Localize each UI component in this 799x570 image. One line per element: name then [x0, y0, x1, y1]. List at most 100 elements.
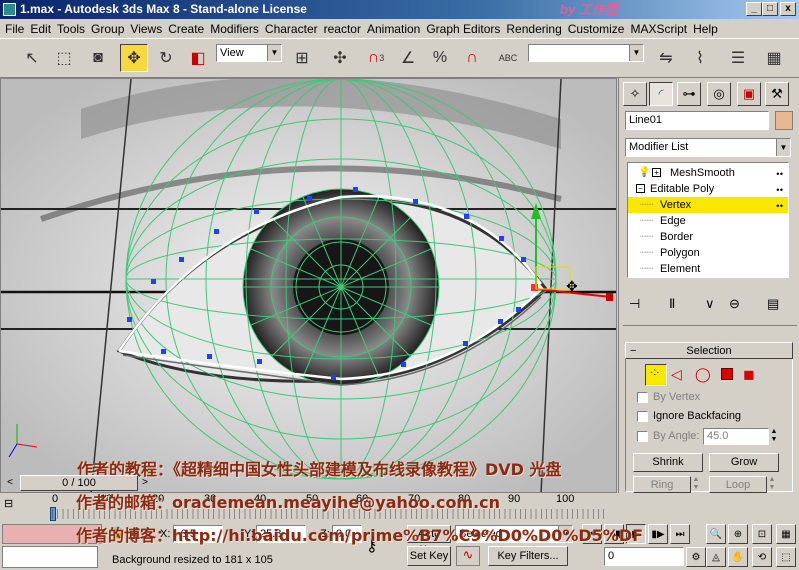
time-config-button[interactable]: ⚙	[686, 547, 706, 567]
edit-named-sets-button[interactable]: ABC	[494, 44, 522, 72]
region-select-button[interactable]: ⬚	[50, 44, 78, 72]
angle-snap-button[interactable]: ∠	[394, 44, 422, 72]
menu-views[interactable]: Views	[124, 19, 162, 36]
menu-modifiers[interactable]: Modifiers	[204, 19, 259, 36]
menu-animation[interactable]: Animation	[361, 19, 420, 36]
modifier-list-dropdown[interactable]: Modifier List ▼	[625, 138, 791, 157]
grow-button[interactable]: Grow	[709, 453, 779, 472]
zoom-button[interactable]: 🔍	[706, 524, 726, 544]
minimize-button[interactable]: _	[746, 2, 762, 16]
tab-hierarchy[interactable]: ⊶	[677, 82, 701, 106]
object-name-field[interactable]: Line01	[625, 111, 769, 130]
menu-edit[interactable]: Edit	[24, 19, 51, 36]
spinner-snap-button[interactable]: ∩	[458, 44, 486, 72]
tab-modify[interactable]: ◜	[649, 82, 673, 106]
maxscript-input[interactable]	[2, 546, 98, 568]
window-crossing-button[interactable]: ◙	[84, 44, 112, 72]
collapse-icon[interactable]: −	[636, 184, 645, 193]
menu-tools[interactable]: Tools	[51, 19, 85, 36]
menu-rendering[interactable]: Rendering	[500, 19, 561, 36]
current-frame-field[interactable]: 0	[604, 547, 684, 566]
key-mode-icon[interactable]: ∿	[456, 546, 480, 566]
object-color-swatch[interactable]	[775, 111, 793, 130]
show-end-result-icon[interactable]: Ⅱ	[669, 296, 675, 312]
rotate-tool-button[interactable]: ↻	[152, 44, 180, 72]
stack-subobject-polygon[interactable]: ┈┈ Polygon	[628, 245, 788, 261]
select-tool-button[interactable]: ↖	[18, 44, 46, 72]
stack-subobject-element[interactable]: ┈┈ Element	[628, 261, 788, 277]
stack-subobject-vertex[interactable]: ┈┈ Vertex • •	[628, 197, 788, 213]
border-mode-button[interactable]: ◯	[695, 366, 711, 383]
pan-button[interactable]: ✋	[728, 547, 748, 567]
perspective-viewport[interactable]: ✥ 作者的教程：《超精细中国女性头部建模及布线录像教程》DVD 光盘	[0, 78, 617, 493]
mirror-button[interactable]: ⇋	[652, 44, 680, 72]
vertex-mode-button[interactable]: ·:·	[645, 364, 667, 386]
angle-spinner[interactable]: ▲ ▼	[769, 428, 779, 445]
stack-item-editable-poly[interactable]: − Editable Poly • •	[628, 181, 788, 197]
menu-customize[interactable]: Customize	[562, 19, 625, 36]
menu-help[interactable]: Help	[687, 19, 718, 36]
polygon-mode-button[interactable]	[721, 368, 733, 380]
snap-toggle-button[interactable]: ∩ 3	[362, 44, 390, 72]
make-unique-icon[interactable]: ∨	[705, 296, 715, 312]
menu-file[interactable]: File	[0, 19, 24, 36]
maximize-button[interactable]: □	[762, 2, 778, 16]
track-bar-menu-icon[interactable]: ⊟	[4, 497, 13, 510]
element-mode-button[interactable]: ◼	[743, 366, 755, 383]
menu-graph-editors[interactable]: Graph Editors	[420, 19, 500, 36]
ignore-backfacing-checkbox[interactable]	[637, 411, 648, 422]
select-manipulate-button[interactable]: ✣	[326, 44, 354, 72]
curve-editor-button[interactable]: ▦	[760, 44, 788, 72]
tab-create[interactable]: ✧	[623, 82, 647, 106]
stack-subobject-border[interactable]: ┈┈ Border	[628, 229, 788, 245]
tab-display[interactable]: ▣	[737, 82, 761, 106]
expand-icon[interactable]: +	[652, 168, 661, 177]
stack-item-meshsmooth[interactable]: 💡 + MeshSmooth • •	[628, 165, 788, 181]
menu-create[interactable]: Create	[162, 19, 204, 36]
menu-maxscript[interactable]: MAXScript	[624, 19, 687, 36]
remove-modifier-icon[interactable]: ⊖	[729, 296, 740, 312]
by-vertex-checkbox[interactable]	[637, 392, 648, 403]
set-key-button[interactable]: Set Key	[407, 546, 451, 566]
maximize-viewport-button[interactable]: ⬚	[776, 547, 796, 567]
layer-manager-button[interactable]: ☰	[724, 44, 752, 72]
loop-button[interactable]: Loop	[709, 476, 767, 493]
angle-value-field[interactable]: 45.0	[703, 428, 769, 445]
close-button[interactable]: x	[780, 2, 796, 16]
field-of-view-button[interactable]: ◬	[706, 547, 726, 567]
named-selection-dropdown[interactable]: ▼	[528, 44, 644, 62]
track-bar[interactable]: ⊟ 0 10 20 30 40 50 60 70 80 90 100 作者的邮箱…	[0, 492, 617, 522]
next-frame-button[interactable]: >	[138, 475, 152, 490]
zoom-extents-button[interactable]: ⊡	[752, 524, 772, 544]
zoom-extents-all-button[interactable]: ▦	[776, 524, 796, 544]
viewport-canvas[interactable]: ✥	[1, 79, 617, 493]
shrink-button[interactable]: Shrink	[633, 453, 703, 472]
ring-button[interactable]: Ring	[633, 476, 691, 493]
tab-motion[interactable]: ◎	[707, 82, 731, 106]
next-frame-button[interactable]: ▮▶	[648, 524, 668, 544]
stack-subobject-edge[interactable]: ┈┈ Edge	[628, 213, 788, 229]
scale-tool-button[interactable]: ◧	[184, 44, 212, 72]
pin-stack-icon[interactable]: ⊣	[629, 296, 640, 312]
selection-rollout-header[interactable]: − Selection	[625, 342, 793, 359]
reference-coord-dropdown[interactable]: View ▼	[216, 44, 282, 62]
go-to-end-button[interactable]: ⏭	[670, 524, 690, 544]
arc-rotate-button[interactable]: ⟲	[752, 547, 772, 567]
menu-group[interactable]: Group	[85, 19, 124, 36]
zoom-all-button[interactable]: ⊕	[728, 524, 748, 544]
tab-utilities[interactable]: ⚒	[765, 82, 789, 106]
menu-character[interactable]: Character	[259, 19, 318, 36]
move-tool-button[interactable]: ✥	[120, 44, 148, 72]
edge-mode-button[interactable]: ◁	[671, 366, 682, 383]
key-filters-button[interactable]: Key Filters...	[488, 546, 568, 566]
by-angle-checkbox[interactable]	[637, 431, 648, 442]
pivot-center-button[interactable]: ⊞	[288, 44, 316, 72]
prev-frame-button[interactable]: <	[2, 475, 18, 490]
loop-spinner[interactable]: ▲ ▼	[767, 476, 777, 493]
menu-reactor[interactable]: reactor	[318, 19, 361, 36]
configure-sets-icon[interactable]: ▤	[767, 296, 779, 312]
ring-spinner[interactable]: ▲ ▼	[691, 476, 701, 493]
modifier-stack[interactable]: 💡 + MeshSmooth • • − Editable Poly • • ┈…	[627, 162, 789, 278]
percent-snap-button[interactable]: %	[426, 44, 454, 72]
align-button[interactable]: ⌇	[686, 44, 714, 72]
